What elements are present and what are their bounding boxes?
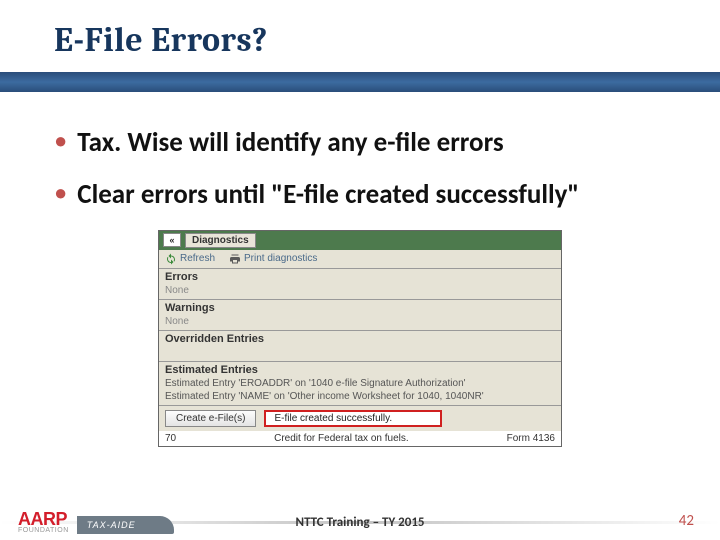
refresh-button[interactable]: Refresh: [165, 253, 215, 265]
overridden-heading: Overridden Entries: [165, 333, 555, 345]
slide: E-File Errors? ● Tax. Wise will identify…: [0, 0, 720, 540]
diagnostics-screenshot: « Diagnostics Refresh Print diagnostics …: [158, 230, 562, 447]
refresh-label: Refresh: [180, 253, 215, 264]
diagnostics-tab[interactable]: Diagnostics: [185, 233, 256, 248]
overridden-blank: [165, 346, 555, 359]
estimated-line: Estimated Entry 'NAME' on 'Other income …: [165, 390, 555, 403]
aarp-block: AARP FOUNDATION: [18, 511, 69, 534]
bottom-mid: Credit for Federal tax on fuels.: [274, 433, 409, 444]
brand-block: AARP FOUNDATION TAX-AIDE: [18, 511, 174, 534]
refresh-icon: [165, 253, 177, 265]
button-row: Create e-File(s) E-file created successf…: [159, 406, 561, 431]
bullet-dot-icon: ●: [54, 126, 67, 156]
footer-text: NTTC Training – TY 2015: [296, 515, 425, 530]
overridden-section: Overridden Entries: [159, 331, 561, 362]
bottom-left: 70: [165, 433, 176, 444]
bullet-dot-icon: ●: [54, 178, 67, 208]
estimated-section: Estimated Entries Estimated Entry 'EROAD…: [159, 362, 561, 406]
screenshot-toolbar: Refresh Print diagnostics: [159, 250, 561, 269]
estimated-line: Estimated Entry 'EROADDR' on '1040 e-fil…: [165, 377, 555, 390]
nav-back-button[interactable]: «: [163, 233, 181, 247]
aarp-logo: AARP: [18, 511, 69, 527]
bullet-text: Tax. Wise will identify any e-file error…: [77, 126, 503, 160]
warnings-value: None: [165, 315, 555, 328]
bullet-item: ● Tax. Wise will identify any e-file err…: [54, 126, 666, 160]
bullet-text: Clear errors until "E-file created succe…: [77, 178, 579, 212]
errors-value: None: [165, 284, 555, 297]
estimated-heading: Estimated Entries: [165, 364, 555, 376]
content-area: ● Tax. Wise will identify any e-file err…: [0, 92, 720, 447]
success-message: E-file created successfully.: [264, 410, 442, 427]
create-efile-button[interactable]: Create e-File(s): [165, 410, 256, 427]
title-bar: [0, 72, 720, 92]
screenshot-topbar: « Diagnostics: [159, 231, 561, 250]
printer-icon: [229, 253, 241, 265]
errors-heading: Errors: [165, 271, 555, 283]
title-block: E-File Errors?: [0, 0, 720, 60]
errors-section: Errors None: [159, 269, 561, 300]
taxaide-pill: TAX-AIDE: [77, 516, 174, 534]
warnings-section: Warnings None: [159, 300, 561, 331]
footer: AARP FOUNDATION TAX-AIDE NTTC Training –…: [0, 504, 720, 540]
bullet-item: ● Clear errors until "E-file created suc…: [54, 178, 666, 212]
aarp-sub: FOUNDATION: [18, 527, 69, 534]
slide-title: E-File Errors?: [54, 20, 720, 60]
print-label: Print diagnostics: [244, 253, 317, 264]
page-number: 42: [679, 512, 694, 530]
warnings-heading: Warnings: [165, 302, 555, 314]
bottom-strip: 70 Credit for Federal tax on fuels. Form…: [159, 431, 561, 446]
bottom-right: Form 4136: [507, 433, 555, 444]
print-button[interactable]: Print diagnostics: [229, 253, 317, 265]
